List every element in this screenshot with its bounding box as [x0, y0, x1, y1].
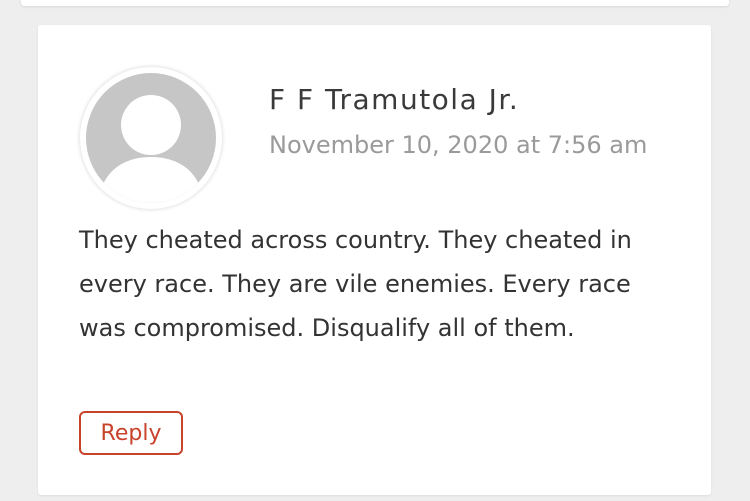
reply-button[interactable]: Reply	[79, 411, 183, 455]
comment-author: F F Tramutola Jr.	[269, 83, 520, 116]
previous-comment-card	[21, 0, 729, 6]
comment-text: They cheated across country. They cheate…	[79, 226, 632, 342]
comment-date[interactable]: November 10, 2020 at 7:56 am	[269, 131, 647, 159]
avatar	[80, 67, 222, 209]
default-user-avatar-icon	[86, 73, 216, 203]
comment-card: F F Tramutola Jr. November 10, 2020 at 7…	[38, 25, 711, 495]
user-silhouette-icon	[98, 95, 204, 203]
